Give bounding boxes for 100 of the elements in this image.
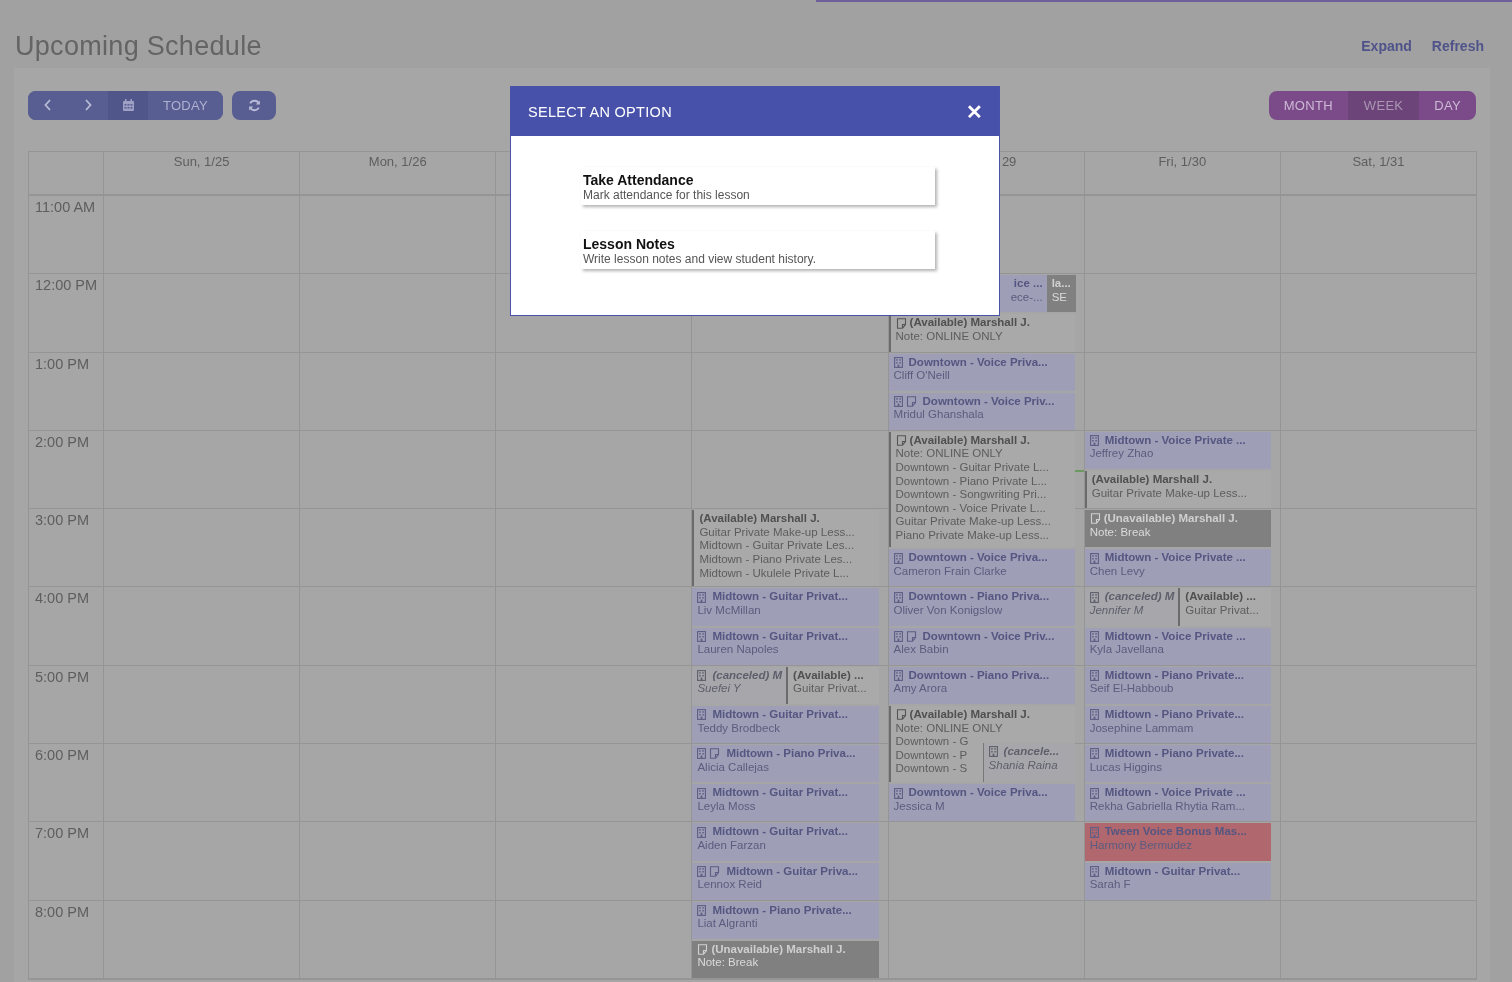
unavailable-block[interactable]: (Unavailable) Marshall J. Note: Break bbox=[692, 940, 879, 978]
event-title: (Unavailable) Marshall J. bbox=[711, 942, 846, 957]
event-title: ice ... bbox=[1013, 277, 1043, 291]
lesson-event[interactable]: Midtown - Guitar Privat... Aiden Farzan bbox=[692, 823, 879, 861]
day-header: 29 bbox=[1001, 154, 1017, 171]
event-title: Downtown - Voice Priva... bbox=[908, 786, 1048, 800]
lesson-event[interactable]: Downtown - Piano Priva... Oliver Von Konigslow bbox=[888, 588, 1075, 626]
event-title: (Available) ... bbox=[793, 668, 864, 683]
event-detail: Cameron Frain Clarke bbox=[893, 564, 1007, 579]
event-detail: Guitar Private Make-up Less... bbox=[895, 515, 1051, 530]
event-title: Midtown - Piano Private... bbox=[712, 903, 852, 918]
header-link[interactable]: Expand bbox=[1361, 38, 1412, 54]
event-title: Midtown - Guitar Priva... bbox=[726, 864, 859, 879]
lesson-event[interactable]: Downtown - Voice Priva... Jessica M bbox=[888, 784, 1075, 822]
building-icon bbox=[893, 787, 903, 799]
event-detail: Liat Algranti bbox=[697, 917, 758, 931]
calendar-button[interactable] bbox=[108, 90, 148, 120]
lesson-event[interactable]: Midtown - Voice Private ... Jeffrey Zhao bbox=[1084, 431, 1271, 470]
calendar-icon bbox=[122, 99, 134, 111]
option-title: Lesson Notes bbox=[583, 236, 676, 252]
option-card[interactable]: Take Attendance Mark attendance for this lesson bbox=[581, 167, 935, 205]
event-title: Midtown - Guitar Privat... bbox=[1104, 864, 1241, 879]
lesson-event[interactable]: Midtown - Piano Private... Josephine Lammam bbox=[1084, 705, 1271, 744]
lesson-event[interactable]: Midtown - Guitar Privat... Sarah F bbox=[1084, 862, 1271, 900]
view-tab[interactable]: MONTH bbox=[1268, 90, 1348, 120]
event-detail: SE bbox=[1051, 290, 1067, 305]
event-detail: Downtown - Piano Private L... bbox=[895, 474, 1048, 489]
refresh-button[interactable] bbox=[232, 90, 276, 120]
event-detail: Midtown - Ukulele Private L... bbox=[699, 566, 849, 581]
lesson-event[interactable]: Midtown - Guitar Priva... Lennox Reid bbox=[692, 862, 879, 900]
lesson-event[interactable]: Midtown - Guitar Privat... Teddy Brodbeck bbox=[692, 705, 879, 744]
lesson-event[interactable]: Downtown - Piano Priva... Amy Arora bbox=[888, 666, 1075, 704]
building-icon bbox=[697, 709, 707, 721]
event-detail: Note: ONLINE ONLY bbox=[895, 447, 1003, 462]
lesson-event[interactable]: Midtown - Guitar Privat... Liv McMillan bbox=[692, 588, 879, 626]
event-title: Midtown - Voice Private ... bbox=[1104, 551, 1246, 565]
page-title: Upcoming Schedule bbox=[15, 30, 262, 62]
lesson-event[interactable]: Downtown - Voice Priva... Cliff O'Neill bbox=[888, 353, 1075, 391]
event-detail: Rekha Gabriella Rhytia Ram... bbox=[1089, 799, 1245, 814]
event-detail: Lauren Napoles bbox=[697, 643, 779, 657]
unavailable-block[interactable]: (Unavailable) Marshall J. Note: Break bbox=[1084, 510, 1271, 548]
event-detail: Guitar Private Make-up Less... bbox=[1091, 486, 1247, 501]
option-description: Mark attendance for this lesson bbox=[583, 188, 751, 202]
lesson-event[interactable]: Midtown - Guitar Privat... Lauren Napoles bbox=[692, 627, 879, 665]
event-title: (canceled) M bbox=[712, 668, 783, 683]
event-title: (Available) Marshall J. bbox=[1091, 473, 1213, 487]
event-title: Midtown - Piano Private... bbox=[1104, 747, 1244, 761]
event-detail: Alex Babin bbox=[893, 643, 949, 657]
building-icon bbox=[893, 396, 903, 408]
lesson-event[interactable]: Midtown - Piano Private... Lucas Higgins bbox=[1084, 745, 1271, 783]
building-icon bbox=[697, 865, 707, 877]
close-button[interactable]: ✕ bbox=[966, 101, 983, 122]
event-detail: Downtown - Voice Private L... bbox=[895, 501, 1046, 516]
event-detail: Sarah F bbox=[1089, 878, 1131, 892]
header-link[interactable]: Refresh bbox=[1431, 38, 1484, 54]
event-detail: Chen Levy bbox=[1089, 564, 1145, 579]
event-detail: Downtown - Songwriting Pri... bbox=[895, 488, 1047, 502]
event-detail: Midtown - Guitar Private Les... bbox=[699, 539, 855, 553]
building-icon bbox=[697, 904, 707, 916]
event-title: (Available) Marshall J. bbox=[909, 707, 1030, 722]
time-label: 11:00 AM bbox=[35, 199, 96, 215]
event-detail: Guitar Privat... bbox=[1185, 604, 1259, 618]
lesson-event[interactable]: (canceled) M Suefei Y bbox=[692, 666, 787, 704]
day-header: Sun, 1/25 bbox=[173, 154, 230, 171]
availability-block[interactable]: (Available) ... Guitar Privat... bbox=[1178, 588, 1271, 626]
availability-block[interactable]: (Available) ... Guitar Privat... bbox=[786, 666, 879, 704]
availability-block[interactable] bbox=[888, 431, 1075, 548]
lesson-event[interactable]: Midtown - Voice Private ... Kyla Javellana bbox=[1084, 627, 1271, 665]
lesson-event[interactable]: Midtown - Guitar Privat... Leyla Moss bbox=[692, 784, 879, 822]
event-title: (Unavailable) Marshall J. bbox=[1103, 512, 1238, 526]
event-detail: Kyla Javellana bbox=[1089, 643, 1164, 657]
view-tab[interactable]: DAY bbox=[1419, 90, 1476, 120]
lesson-event[interactable]: Midtown - Piano Private... Seif El-Habboub bbox=[1084, 666, 1271, 704]
building-icon bbox=[697, 748, 707, 760]
view-tab[interactable]: WEEK bbox=[1347, 90, 1420, 120]
availability-block[interactable]: (Available) Marshall J. Note: ONLINE ONLY Downtown - G Downtown - P Downtown - S (cancele... Shania Raina bbox=[888, 705, 1075, 783]
lesson-event[interactable]: Downtown - Voice Priv... Mridul Ghanshala bbox=[888, 392, 1075, 430]
event-detail: Jennifer M bbox=[1089, 604, 1144, 618]
time-label: 8:00 PM bbox=[35, 903, 89, 920]
time-label: 7:00 PM bbox=[35, 825, 89, 842]
event-title: Midtown - Piano Private... bbox=[1104, 668, 1244, 683]
building-icon bbox=[697, 787, 707, 799]
event-detail: Liv McMillan bbox=[697, 604, 761, 618]
event-detail: Note: Break bbox=[1089, 525, 1151, 540]
lesson-event[interactable]: Midtown - Piano Private... Liat Algranti bbox=[692, 901, 879, 939]
chevron-left-icon bbox=[44, 99, 52, 111]
lesson-event[interactable]: Midtown - Voice Private ... Chen Levy bbox=[1084, 549, 1271, 587]
event-title: Midtown - Piano Priva... bbox=[726, 747, 856, 761]
unavailable-block[interactable]: la... SE bbox=[1046, 275, 1076, 313]
lesson-event[interactable]: Midtown - Piano Priva... Alicia Callejas bbox=[692, 745, 879, 783]
lesson-event[interactable]: (canceled) M Jennifer M bbox=[1084, 588, 1179, 626]
day-header: Sat, 1/31 bbox=[1352, 154, 1405, 171]
lesson-event[interactable]: Downtown - Voice Priva... Cameron Frain Clarke bbox=[888, 549, 1075, 587]
lesson-event[interactable]: Downtown - Voice Priv... Alex Babin bbox=[888, 627, 1075, 665]
lesson-event[interactable]: Tween Voice Bonus Mas... Harmony Bermudez bbox=[1084, 823, 1271, 861]
option-title: Take Attendance bbox=[583, 172, 695, 188]
lesson-event[interactable]: Midtown - Voice Private ... Rekha Gabriella Rhytia Ram... bbox=[1084, 784, 1271, 822]
building-icon bbox=[1089, 630, 1099, 642]
option-card[interactable]: Lesson Notes Write lesson notes and view student history. bbox=[581, 231, 935, 269]
event-title: (Available) Marshall J. bbox=[909, 316, 1030, 331]
